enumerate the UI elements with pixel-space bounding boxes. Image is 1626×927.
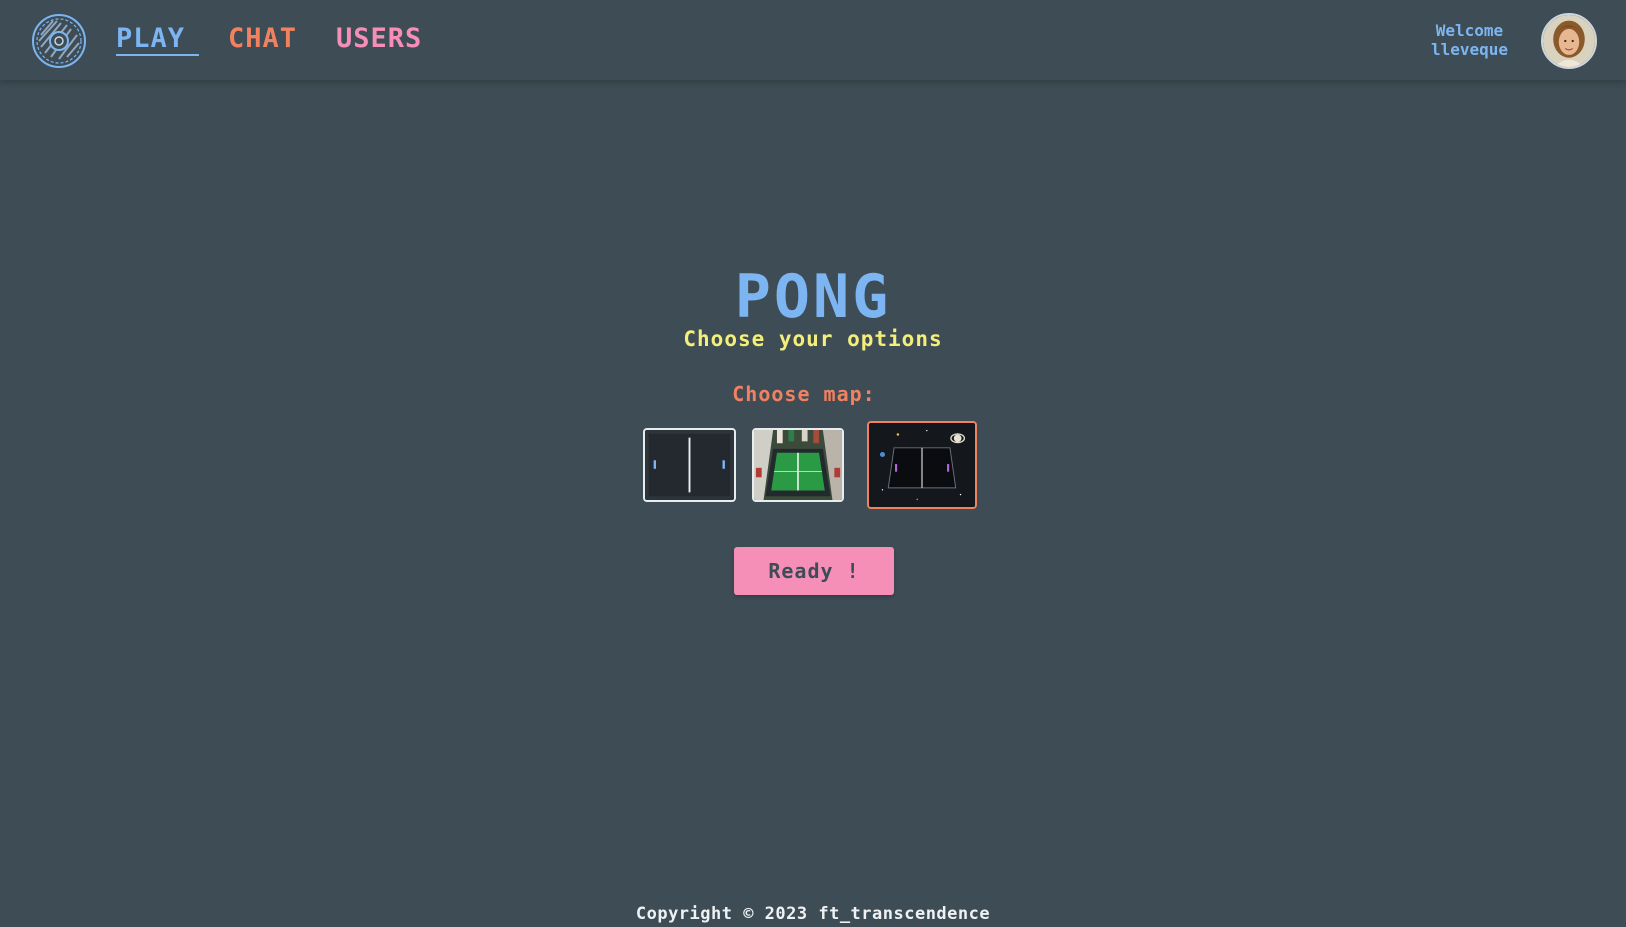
nav-play-link[interactable]: PLAY bbox=[116, 22, 185, 56]
navbar: PLAY CHAT USERS Welcome lleveque bbox=[0, 0, 1626, 80]
map-option-table-tennis[interactable] bbox=[752, 428, 844, 502]
options-subtitle: Choose your options bbox=[683, 327, 943, 351]
active-tab-underline bbox=[116, 54, 199, 56]
nav-users-link[interactable]: USERS bbox=[336, 22, 422, 56]
user-avatar[interactable] bbox=[1541, 13, 1597, 69]
map-option-classic[interactable] bbox=[643, 428, 736, 502]
footer-copyright: Copyright © 2023 ft_transcendence bbox=[635, 904, 991, 924]
welcome-message: Welcome lleveque bbox=[1431, 21, 1508, 59]
game-title: PONG bbox=[734, 262, 892, 332]
username: lleveque bbox=[1430, 40, 1508, 59]
map-label: Choose map: bbox=[732, 382, 876, 406]
nav-chat-link[interactable]: CHAT bbox=[228, 22, 297, 56]
pong-logo-icon[interactable] bbox=[31, 13, 87, 69]
welcome-label: Welcome bbox=[1435, 21, 1504, 40]
ready-button[interactable]: Ready ! bbox=[734, 547, 894, 595]
map-option-space[interactable] bbox=[867, 421, 977, 509]
